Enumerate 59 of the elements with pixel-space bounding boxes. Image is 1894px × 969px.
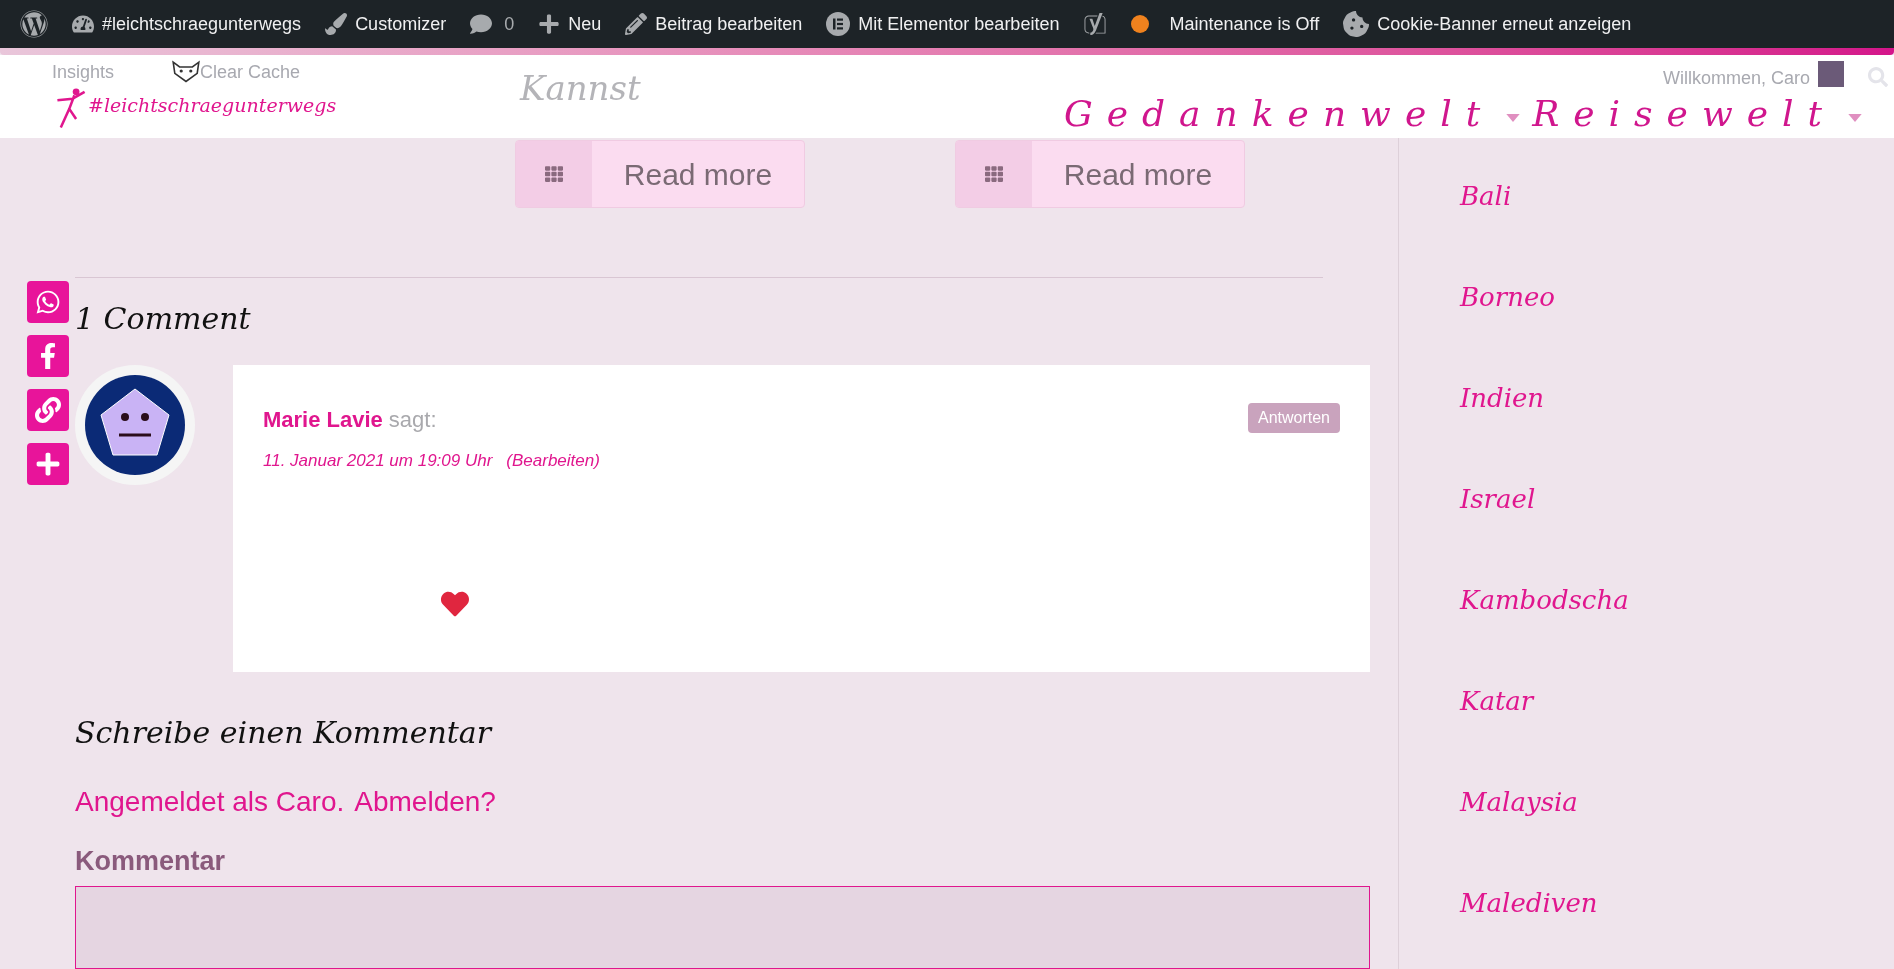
heart-icon xyxy=(439,590,471,618)
welcome-text: Willkommen, Caro xyxy=(1662,67,1810,90)
sidebar-link[interactable]: Israel xyxy=(1460,481,1894,518)
faded-heading: Kannst xyxy=(520,67,641,110)
admin-bar-link[interactable]: Neu xyxy=(568,10,602,38)
admin-bar-link[interactable]: Maintenance is Off xyxy=(1169,10,1320,38)
site-logo-text[interactable]: #leichtschraegunterwegs xyxy=(88,90,337,119)
sidebar-link[interactable]: Malediven xyxy=(1460,885,1894,922)
grid-icon xyxy=(545,165,563,183)
comment-date[interactable]: 11. Januar 2021 um 19:09 Uhr xyxy=(263,448,493,474)
speech-bubble-icon xyxy=(470,13,493,35)
faded-link[interactable]: Insights xyxy=(52,59,115,86)
sidebar-link[interactable]: Malaysia xyxy=(1460,784,1894,821)
read-more-button[interactable]: Read more xyxy=(515,140,805,208)
reply-heading: Schreibe einen Kommentar xyxy=(75,714,494,752)
brush-icon xyxy=(325,13,348,35)
comment-author[interactable]: Marie Lavie xyxy=(263,403,383,436)
y-logo-icon[interactable] xyxy=(1083,12,1108,36)
link-icon xyxy=(35,397,61,423)
comment-count[interactable]: 0 xyxy=(504,10,515,38)
caret-icon[interactable] xyxy=(1848,114,1862,122)
caret-icon[interactable] xyxy=(1506,114,1521,122)
nav-link[interactable]: Reisewelt xyxy=(1532,87,1836,141)
comment-label: Kommentar xyxy=(75,845,227,878)
comment-textarea[interactable] xyxy=(75,885,1370,969)
faded-link[interactable]: Clear Cache xyxy=(200,59,301,86)
gauge-icon xyxy=(72,13,94,35)
logged-in-link[interactable]: Angemeldet als Caro. xyxy=(75,781,345,823)
copy-link-button[interactable] xyxy=(27,389,69,431)
sidebar-link[interactable]: Borneo xyxy=(1460,279,1894,316)
edit-link[interactable]: (Bearbeiten) xyxy=(506,448,600,474)
cat-head-icon xyxy=(170,59,202,83)
sidebar-link[interactable]: Bali xyxy=(1460,178,1894,215)
reply-button[interactable]: Antworten xyxy=(1247,403,1340,433)
comments-heading: 1 Comment xyxy=(75,300,252,338)
nav-link[interactable]: Gedankenwelt xyxy=(1064,87,1495,141)
plus-icon xyxy=(35,451,61,477)
cookie-icon xyxy=(1343,11,1370,37)
elementor-icon xyxy=(826,12,851,36)
admin-bar-link[interactable]: Cookie-Banner erneut anzeigen xyxy=(1377,10,1632,38)
dancer-icon xyxy=(54,85,88,131)
grid-icon xyxy=(985,165,1003,183)
plus-icon xyxy=(538,13,561,35)
whatsapp-share-button[interactable] xyxy=(27,281,69,323)
whatsapp-icon xyxy=(35,289,61,315)
pencil-icon xyxy=(625,13,648,35)
admin-bar-link[interactable]: Beitrag bearbeiten xyxy=(655,10,803,38)
facebook-share-button[interactable] xyxy=(27,335,69,377)
admin-bar-link[interactable]: Customizer xyxy=(355,10,447,38)
wordpress-icon[interactable] xyxy=(20,10,48,38)
admin-bar-link[interactable]: #leichtschraegunterwegs xyxy=(102,10,302,38)
sidebar-link[interactable]: Kambodscha xyxy=(1460,582,1894,619)
admin-bar-link[interactable]: Mit Elementor bearbeiten xyxy=(858,10,1060,38)
sidebar-link[interactable]: Katar xyxy=(1460,683,1894,720)
read-more-button[interactable]: Read more xyxy=(955,140,1245,208)
logout-link[interactable]: Abmelden? xyxy=(354,781,496,823)
sidebar-link[interactable]: Indien xyxy=(1460,380,1894,417)
more-share-button[interactable] xyxy=(27,443,69,485)
says-label: sagt: xyxy=(388,406,437,434)
